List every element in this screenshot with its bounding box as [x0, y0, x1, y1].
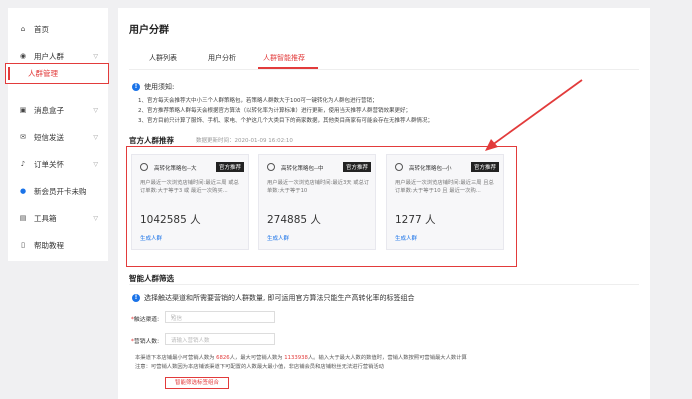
card-description: 用户最近一次浏览店铺时间:最近三周 且总订单数:大于等于10 且 最近一次购..…	[395, 180, 494, 194]
active-indicator	[8, 67, 10, 80]
chevron-down-icon: ▽	[93, 160, 98, 168]
sidebar-item-label: 首页	[34, 24, 49, 34]
notice-heading: ! 使用须知:	[132, 82, 174, 92]
card-name: 高转化策略包--大	[154, 166, 197, 172]
count-input[interactable]: 请输入营销人数	[165, 333, 275, 345]
notice-line: 1、官方每天会推荐大中小三个人群策略包，若策略人群数大于100可一键转化为人群包…	[138, 98, 378, 104]
bell-icon: ♪	[20, 160, 26, 168]
generate-group-link[interactable]: 生成人群	[395, 234, 417, 242]
chevron-down-icon: ▽	[93, 106, 98, 114]
sidebar: ⌂ 首页 ◉ 用户人群 ▽ ▣ 消息盒子 ▽ ✉ 短信发送 ▽ ♪ 订单关怀 ▽…	[8, 8, 108, 261]
strategy-card-small: 高转化策略包--小 官方推荐 用户最近一次浏览店铺时间:最近三周 且总订单数:大…	[386, 154, 504, 250]
sidebar-item-group-management[interactable]: 人群管理	[5, 63, 109, 84]
count-input-placeholder: 请输入营销人数	[171, 338, 210, 344]
card-description: 用户最近一次浏览店铺时间:最近3天 或总订单数:大于等于10	[267, 180, 370, 194]
official-badge: 官方推荐	[342, 162, 371, 172]
chevron-down-icon: ▽	[93, 133, 98, 141]
sidebar-item-help[interactable]: ▯ 帮助教程	[8, 236, 108, 254]
chevron-down-icon: ▽	[171, 314, 175, 320]
smart-filter-button[interactable]: 智能筛选标签组合	[165, 377, 229, 389]
sidebar-item-sms[interactable]: ✉ 短信发送 ▽	[8, 128, 108, 146]
sidebar-item-label: 新会员开卡未购	[34, 186, 87, 196]
sms-icon: ✉	[20, 133, 26, 141]
user-icon: ●	[19, 187, 27, 195]
sidebar-item-label: 人群管理	[28, 69, 58, 78]
chevron-down-icon: ▽	[93, 214, 98, 222]
sidebar-item-label: 短信发送	[34, 132, 64, 142]
location-icon: ◉	[19, 52, 27, 60]
chevron-down-icon: ▽	[93, 52, 98, 60]
card-name: 高转化策略包--小	[409, 166, 452, 172]
toolbox-icon: ▤	[19, 214, 27, 222]
generate-group-link[interactable]: 生成人群	[267, 234, 289, 242]
sidebar-item-home[interactable]: ⌂ 首页	[8, 20, 108, 38]
user-icon	[395, 163, 403, 171]
sidebar-item-label: 用户人群	[34, 51, 64, 61]
official-section-title: 官方人群推荐	[129, 136, 174, 145]
sidebar-item-inbox[interactable]: ▣ 消息盒子 ▽	[8, 101, 108, 119]
smart-section-title: 智能人群筛选	[129, 274, 174, 283]
sidebar-item-label: 订单关怀	[34, 159, 64, 169]
help-icon: ▯	[21, 241, 25, 249]
sidebar-item-label: 工具箱	[34, 213, 57, 223]
notice-line: 2、官方推荐策略人群每天会根据官方算法（以转化率为计算标准）进行更新，使用当天推…	[138, 108, 412, 114]
tab-user-analysis[interactable]: 用户分析	[208, 53, 236, 63]
strategy-card-medium: 高转化策略包--中 官方推荐 用户最近一次浏览店铺时间:最近3天 或总订单数:大…	[258, 154, 376, 250]
card-name: 高转化策略包--中	[281, 166, 324, 172]
note-hint: 注意：可营销人数因为本店铺该渠道下可配置的人数最大最小值，非店铺会员和店铺粉丝无…	[135, 364, 384, 370]
sidebar-item-order-care[interactable]: ♪ 订单关怀 ▽	[8, 155, 108, 173]
divider	[129, 284, 639, 285]
info-icon: !	[132, 83, 140, 91]
main-content: 用户分群 人群列表 用户分析 人群智能推荐 ! 使用须知: 1、官方每天会推荐大中…	[118, 8, 650, 399]
range-hint: 本渠道下本店铺最小可营销人数为 6826人，最大可营销人数为 1133938人。…	[135, 355, 467, 361]
user-icon	[267, 163, 275, 171]
info-icon: !	[132, 294, 140, 302]
page-title: 用户分群	[129, 25, 169, 36]
sidebar-item-toolbox[interactable]: ▤ 工具箱 ▽	[8, 209, 108, 227]
generate-group-link[interactable]: 生成人群	[140, 234, 162, 242]
sidebar-item-label: 消息盒子	[34, 105, 64, 115]
notice-line: 3、官方目前只计算了服饰、手机、家电、个护这几个大类目下的商家数据，其他类目商家…	[138, 118, 434, 124]
official-badge: 官方推荐	[470, 162, 499, 172]
card-count: 1042585 人	[140, 214, 201, 226]
card-count: 1277 人	[395, 214, 436, 226]
update-time: 数据更新时间：2020-01-09 16:02:10	[196, 138, 293, 144]
tab-bar: 人群列表 用户分析 人群智能推荐	[129, 47, 639, 70]
sidebar-item-new-member[interactable]: ● 新会员开卡未购	[8, 182, 108, 200]
tab-group-list[interactable]: 人群列表	[149, 53, 177, 63]
tab-smart-recommend[interactable]: 人群智能推荐	[263, 53, 305, 63]
channel-label: *触达渠道:	[131, 317, 160, 323]
inbox-icon: ▣	[19, 106, 27, 114]
count-label: *营销人数:	[131, 339, 160, 345]
strategy-card-large: 高转化策略包--大 官方推荐 用户最近一次浏览店铺时间:最近三周 或总订单数:大…	[131, 154, 249, 250]
user-icon	[140, 163, 148, 171]
card-description: 用户最近一次浏览店铺时间:最近三周 或总订单数:大于等于3 或 最近一次购买..…	[140, 180, 239, 194]
smart-notice: ! 选择触达渠道和所需要营销的人群数量, 即可运用官方算法只能生产高转化率的标签组…	[132, 293, 414, 303]
home-icon: ⌂	[20, 25, 26, 33]
active-tab-underline	[258, 67, 318, 69]
channel-select[interactable]: 短信 ▽	[165, 311, 275, 323]
official-badge: 官方推荐	[215, 162, 244, 172]
sidebar-item-label: 帮助教程	[34, 240, 64, 250]
card-count: 274885 人	[267, 214, 321, 226]
